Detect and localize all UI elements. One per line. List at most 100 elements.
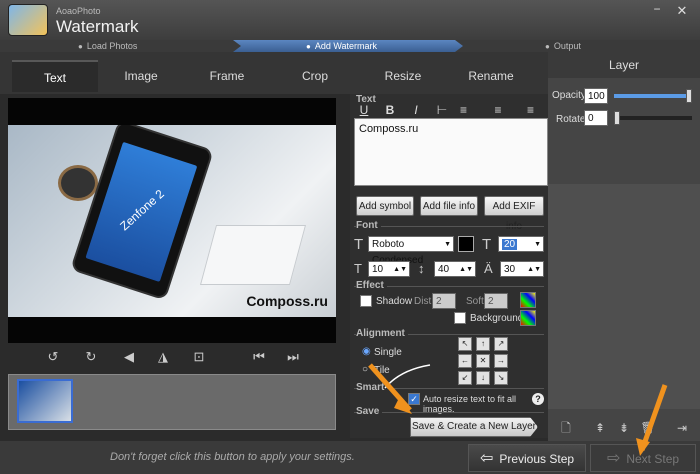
watermark-preview-text[interactable]: Composs.ru <box>246 293 328 309</box>
align-center-button[interactable]: ≡ <box>490 102 506 118</box>
product-box <box>199 225 307 285</box>
line-height-stepper[interactable]: 10 ▲▼ <box>368 261 410 277</box>
flip-vertical-icon[interactable]: ◀ <box>120 348 138 366</box>
tab-rename[interactable]: Rename <box>448 60 534 92</box>
text-settings-panel: Text U B I ⊢ ≡ ≡ ≡ Composs.ru Add symbol… <box>350 94 548 438</box>
align-right-button[interactable]: ≡ <box>518 102 534 118</box>
step-load-photos[interactable]: ● Load Photos <box>78 40 137 52</box>
align-bottom-button[interactable]: ↓ <box>476 371 490 385</box>
previous-step-label: Previous Step <box>499 452 575 466</box>
align-top-button[interactable]: ↑ <box>476 337 490 351</box>
align-top-right-button[interactable]: ↗ <box>494 337 508 351</box>
layer-rotate-input[interactable]: 0 <box>584 110 608 126</box>
layer-panel: Layer Opacity 100 Rotate 0 🗋 ⇞ ⇟ 🗑 ⇥ <box>548 52 700 441</box>
step-bar: ● Load Photos ● Add Watermark ● Output <box>0 40 700 52</box>
soft-value: 2 <box>488 296 494 307</box>
previous-image-icon[interactable]: ⏮ <box>250 348 268 366</box>
align-bottom-right-button[interactable]: ↘ <box>494 371 508 385</box>
soft-label: Soft <box>466 296 484 307</box>
watermark-text-input[interactable]: Composs.ru <box>354 118 548 186</box>
opacity-slider-knob[interactable] <box>686 89 692 103</box>
letter-spacing-icon: ↕ <box>418 261 425 276</box>
phone-image: Zenfone 2 <box>70 125 214 301</box>
section-label-smart: Smart <box>356 382 388 393</box>
move-up-icon[interactable]: ⇞ <box>592 420 608 436</box>
add-exif-info-button[interactable]: Add EXIF info <box>484 196 544 232</box>
font-family-select[interactable]: Roboto Condensed▼ <box>368 236 454 266</box>
preview-photo: Zenfone 2 Composs.ru <box>8 125 336 317</box>
opacity-label: Opacity <box>552 90 586 101</box>
layer-opacity-input[interactable]: 100 <box>584 88 608 104</box>
single-radio-icon[interactable]: ◉ <box>362 346 371 357</box>
align-top-left-button[interactable]: ↖ <box>458 337 472 351</box>
bold-button[interactable]: B <box>382 102 398 118</box>
tab-frame[interactable]: Frame <box>184 60 270 92</box>
align-bottom-left-button[interactable]: ↙ <box>458 371 472 385</box>
rotate-label: Rotate <box>556 114 586 125</box>
rotate-slider[interactable] <box>614 111 692 125</box>
watch-image <box>58 165 98 201</box>
thumbnail[interactable] <box>17 379 73 423</box>
fit-view-icon[interactable]: ⊡ <box>190 348 208 366</box>
tab-image[interactable]: Image <box>98 60 184 92</box>
import-layer-icon[interactable]: ⇥ <box>674 420 690 436</box>
font-size-select[interactable]: 20 ▼ <box>498 236 544 252</box>
help-icon[interactable]: ? <box>532 393 544 405</box>
phone-brand-text: Zenfone 2 <box>117 186 167 234</box>
letter-spacing-button[interactable]: ⊢ <box>434 102 450 118</box>
delete-layer-icon[interactable]: 🗑 <box>640 420 656 436</box>
text-opacity-stepper[interactable]: 30 ▲▼ <box>500 261 544 277</box>
align-left-button[interactable]: ← <box>458 354 472 368</box>
step-add-watermark[interactable]: ● Add Watermark <box>306 40 377 52</box>
add-file-info-button[interactable]: Add file info <box>420 196 478 216</box>
next-step-button[interactable]: ⇨ Next Step <box>590 444 696 472</box>
step-label: Output <box>553 41 581 51</box>
shadow-checkbox[interactable] <box>360 295 372 307</box>
background-color-picker[interactable] <box>520 310 536 326</box>
single-label: Single <box>374 347 402 358</box>
align-right-button[interactable]: → <box>494 354 508 368</box>
next-image-icon[interactable]: ⏭ <box>284 348 302 366</box>
move-down-icon[interactable]: ⇟ <box>616 420 632 436</box>
rotate-right-icon[interactable]: ↻ <box>82 348 100 366</box>
rotate-left-icon[interactable]: ↺ <box>44 348 62 366</box>
add-symbol-button[interactable]: Add symbol <box>356 196 414 216</box>
font-color-picker[interactable] <box>458 236 474 252</box>
shadow-color-picker[interactable] <box>520 292 536 308</box>
flip-horizontal-icon[interactable]: ◮ <box>154 348 172 366</box>
new-layer-icon[interactable]: 🗋 <box>558 420 574 436</box>
tab-crop[interactable]: Crop <box>272 60 358 92</box>
phone-screen: Zenfone 2 <box>85 141 198 282</box>
minimize-button[interactable]: − <box>650 3 664 16</box>
hint-text: Don't forget click this button to apply … <box>110 451 355 463</box>
app-logo-icon <box>8 4 48 36</box>
close-button[interactable]: ✕ <box>674 3 690 18</box>
underline-button[interactable]: U <box>356 102 372 118</box>
background-checkbox[interactable] <box>454 312 466 324</box>
background-label: Background <box>470 313 524 324</box>
previous-step-button[interactable]: ⇦ Previous Step <box>468 444 586 472</box>
layer-list[interactable] <box>548 184 700 409</box>
tile-radio-icon[interactable]: ○ <box>362 364 368 375</box>
align-center-button[interactable]: ✕ <box>476 354 490 368</box>
soft-stepper[interactable]: 2 <box>484 293 508 309</box>
auto-resize-checkbox[interactable]: ✓ <box>408 393 420 405</box>
layer-rotate-value: 0 <box>588 113 594 124</box>
step-label: Load Photos <box>86 41 138 51</box>
italic-button[interactable]: I <box>408 102 424 118</box>
step-output[interactable]: ● Output <box>545 40 581 52</box>
section-label-effect: Effect <box>356 280 387 291</box>
preview-area[interactable]: Zenfone 2 Composs.ru <box>8 98 336 343</box>
tab-resize[interactable]: Resize <box>360 60 446 92</box>
section-label-font: Font <box>356 220 381 231</box>
letter-spacing-stepper[interactable]: 40 ▲▼ <box>434 261 476 277</box>
letter-spacing-value: 40 <box>438 264 450 275</box>
text-opacity-icon: Ä <box>484 261 493 276</box>
save-create-layer-button[interactable]: Save & Create a New Layer <box>410 417 538 437</box>
dist-value: 2 <box>436 296 442 307</box>
rotate-slider-knob[interactable] <box>614 111 620 125</box>
opacity-slider[interactable] <box>614 89 692 103</box>
tab-text[interactable]: Text <box>12 60 98 92</box>
align-left-button[interactable]: ≡ <box>460 102 476 118</box>
dist-stepper[interactable]: 2 <box>432 293 456 309</box>
